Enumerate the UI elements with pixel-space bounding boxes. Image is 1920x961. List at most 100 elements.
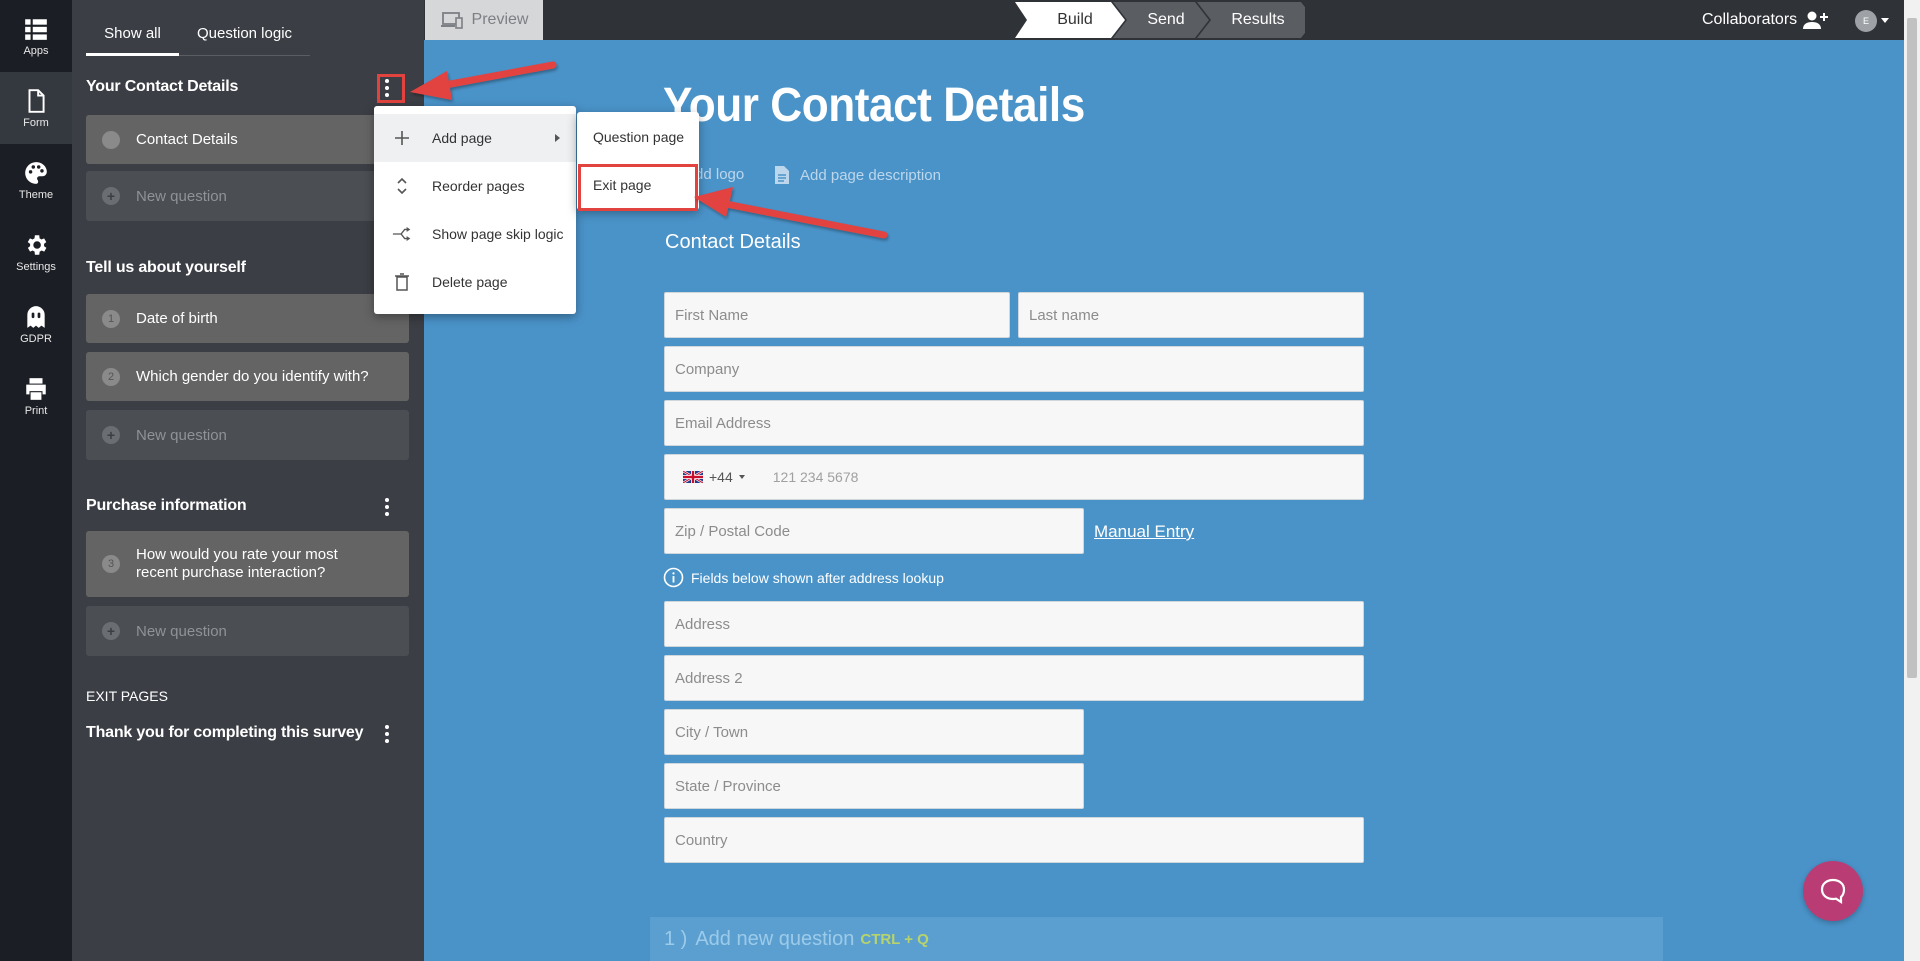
new-question-label: New question [136,426,227,444]
chat-launcher-button[interactable] [1803,861,1863,921]
phone-field[interactable]: +44 121 234 5678 [664,454,1364,500]
submenu-item-question-page[interactable]: Question page [577,113,699,161]
tab-show-all[interactable]: Show all [86,18,179,56]
rail-apps-label: Apps [23,44,49,57]
new-question-button[interactable]: + New question [86,606,409,656]
add-question-prefix: 1 ) [664,927,688,950]
menu-item-delete-page[interactable]: Delete page [374,258,576,306]
city-field[interactable]: City / Town [664,709,1084,755]
new-question-button[interactable]: + New question [86,410,409,460]
question-text: How would you rate your most recent purc… [136,546,338,581]
menu-item-label: Delete page [432,274,508,290]
rail-gdpr[interactable]: GDPR [0,288,72,360]
rail-theme[interactable]: Theme [0,144,72,216]
palette-icon [25,161,47,184]
state-field[interactable]: State / Province [664,763,1084,809]
last-name-field[interactable]: Last name [1018,292,1364,338]
info-icon [663,567,684,588]
uk-flag-icon [683,471,703,483]
rail-print[interactable]: Print [0,360,72,432]
plus-icon: + [102,622,120,640]
grid-icon [25,18,47,40]
step-build[interactable]: Build [1027,2,1123,38]
rail-form-label: Form [23,116,49,129]
menu-item-label: Add page [432,130,492,146]
email-field[interactable]: Email Address [664,400,1364,446]
section-menu-button[interactable] [374,494,400,520]
section-title-purchase[interactable]: Purchase information [86,497,247,515]
address-lookup-note: Fields below shown after address lookup [663,567,944,588]
collaborators-button[interactable]: Collaborators [1702,0,1829,40]
menu-item-add-page[interactable]: Add page [374,114,576,162]
rail-theme-label: Theme [18,188,54,201]
document-icon [775,166,789,184]
form-page-title[interactable]: Your Contact Details [663,78,1085,133]
question-text: Contact Details [136,131,238,148]
phone-country-code[interactable]: +44 [709,469,733,485]
tab-question-logic[interactable]: Question logic [179,18,310,56]
annotation-highlight-box [377,74,405,103]
exit-page-menu-button[interactable] [374,721,400,747]
document-icon [28,88,45,113]
question-number: 3 [102,555,120,573]
kebab-icon [385,497,389,518]
exit-pages-heading: EXIT PAGES [86,688,168,704]
rail-settings[interactable]: Settings [0,216,72,288]
annotation-highlight-box [578,164,698,211]
trash-icon [392,272,412,292]
preview-button[interactable]: Preview [425,0,543,40]
address-field[interactable]: Address [664,601,1364,647]
sidebar-tabs: Show all Question logic [86,18,310,56]
lookup-note-text: Fields below shown after address lookup [691,569,944,586]
rail-apps[interactable]: Apps [0,0,72,72]
menu-item-show-page-skip-logic[interactable]: Show page skip logic [374,210,576,258]
rail-form[interactable]: Form [0,72,72,144]
add-new-question-bar[interactable]: 1 ) Add new question CTRL + Q [650,917,1663,961]
address2-field[interactable]: Address 2 [664,655,1364,701]
menu-item-reorder-pages[interactable]: Reorder pages [374,162,576,210]
question-card[interactable]: 2 Which gender do you identify with? [86,352,409,401]
add-page-description-link[interactable]: Add page description [774,165,941,185]
avatar[interactable]: E [1855,10,1877,32]
section-title-about[interactable]: Tell us about yourself [86,259,246,277]
manual-entry-link[interactable]: Manual Entry [1094,522,1194,542]
scrollbar-thumb[interactable] [1907,18,1917,678]
devices-icon [440,12,463,29]
preview-label: Preview [471,11,529,28]
menu-item-label: Show page skip logic [432,226,564,242]
reorder-icon [392,176,412,196]
kebab-icon [385,724,389,745]
rail-gdpr-label: GDPR [20,332,52,345]
exit-page-title[interactable]: Thank you for completing this survey [86,724,363,742]
add-question-shortcut: CTRL + Q [860,930,929,948]
chevron-down-icon[interactable] [738,475,745,479]
plus-icon [392,128,412,148]
collaborators-label: Collaborators [1702,11,1798,28]
company-field[interactable]: Company [664,346,1364,392]
form-section-heading[interactable]: Contact Details [665,231,801,254]
chat-bubble-icon [1820,878,1846,905]
new-question-button[interactable]: + New question [86,171,409,221]
zip-field[interactable]: Zip / Postal Code [664,508,1084,554]
question-card[interactable]: Contact Details [86,115,409,164]
step-results[interactable]: Results [1209,2,1307,38]
plus-icon: + [102,426,120,444]
first-name-field[interactable]: First Name [664,292,1010,338]
new-question-label: New question [136,187,227,205]
add-user-icon [1803,11,1829,29]
question-text: Which gender do you identify with? [136,368,369,385]
question-card[interactable]: 3 How would you rate your most recent pu… [86,531,409,597]
question-text: Date of birth [136,310,218,327]
add-page-description-label: Add page description [800,166,941,184]
country-field[interactable]: Country [664,817,1364,863]
chevron-down-icon[interactable] [1881,18,1889,23]
app-rail: Apps Form Theme Settings GDPR Print [0,0,72,961]
ghost-icon [27,305,45,328]
printer-icon [26,377,46,400]
step-send[interactable]: Send [1125,2,1207,38]
section-title-contact[interactable]: Your Contact Details [86,78,238,96]
rail-settings-label: Settings [16,260,56,273]
new-question-label: New question [136,622,227,640]
question-card[interactable]: 1 Date of birth [86,294,409,343]
question-number: 1 [102,309,120,328]
